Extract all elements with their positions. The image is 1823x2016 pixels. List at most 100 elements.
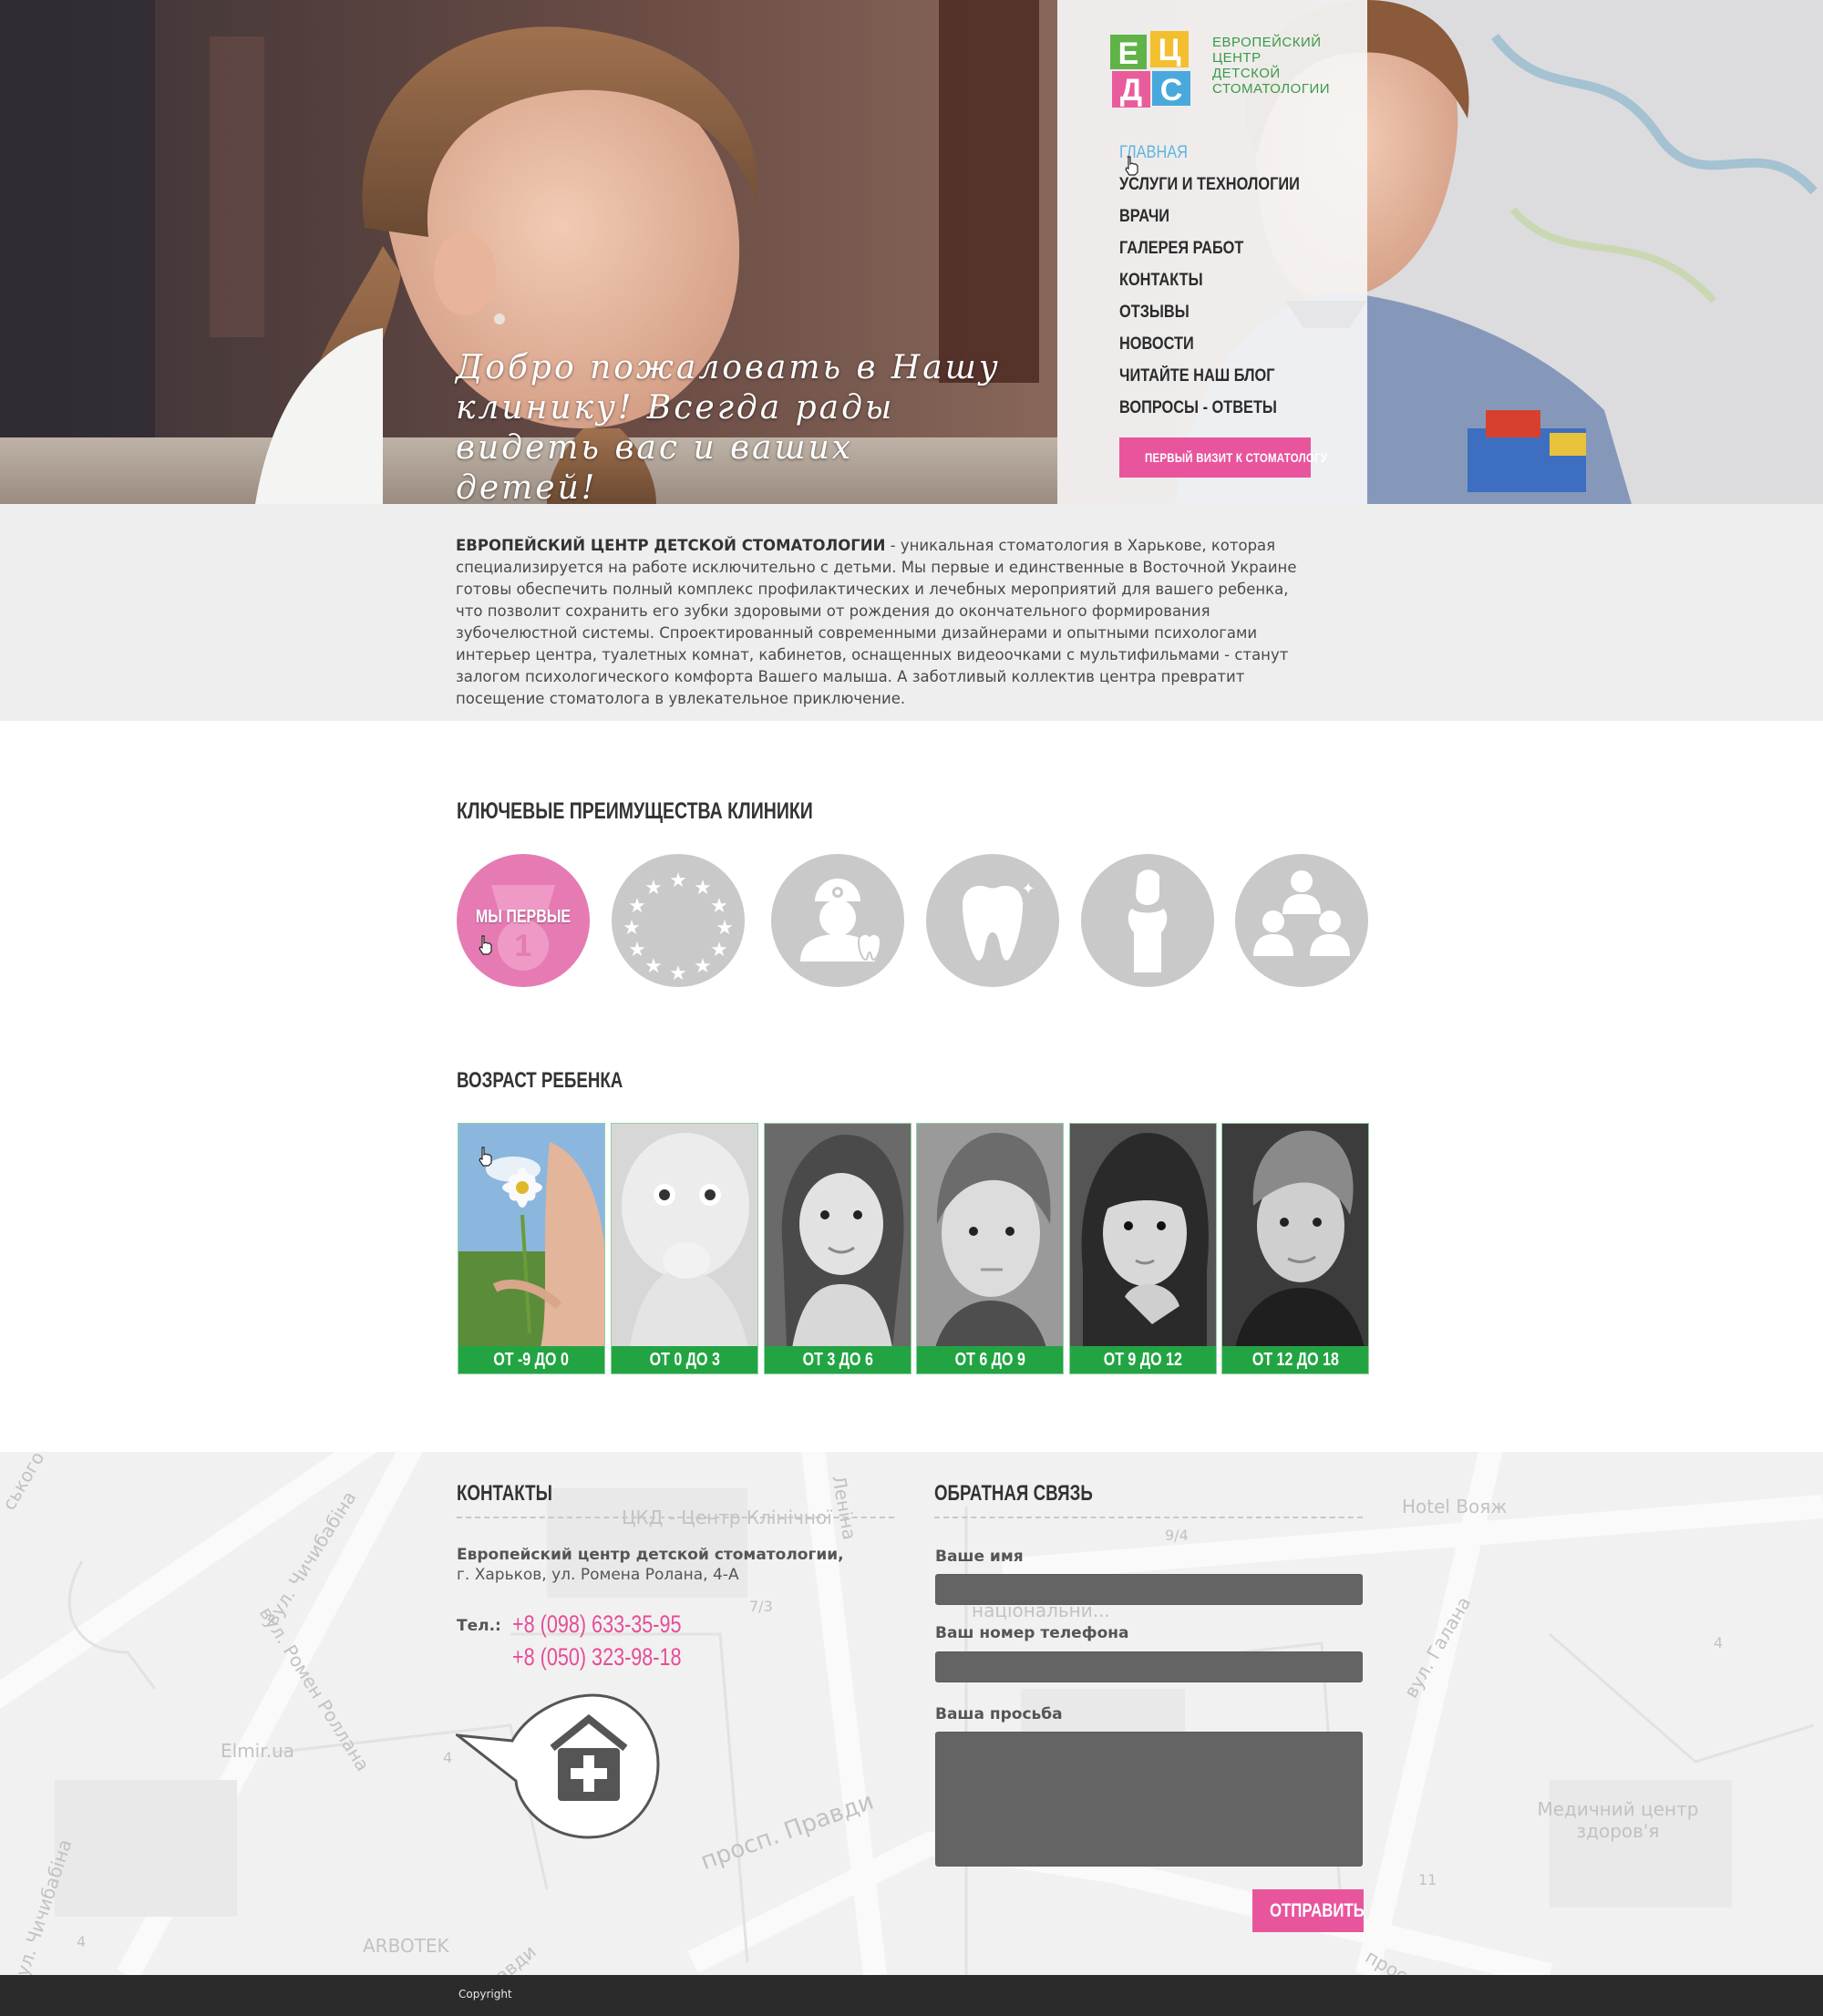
about-text: ЕВРОПЕЙСКИЙ ЦЕНТР ДЕТСКОЙ СТОМАТОЛОГИИ -… bbox=[456, 535, 1317, 710]
map-label-number: 7/3 bbox=[749, 1598, 773, 1615]
logo-letter-d: Д bbox=[1120, 73, 1142, 108]
age-label-text: ОТ 3 ДО 6 bbox=[802, 1350, 873, 1370]
request-field[interactable] bbox=[935, 1732, 1363, 1867]
hand-cursor-icon bbox=[479, 935, 492, 955]
age-label-text: ОТ 0 ДО 3 bbox=[649, 1350, 720, 1370]
map-label-number: 4 bbox=[77, 1933, 87, 1950]
about-body: - уникальная стоматология в Харькове, ко… bbox=[456, 537, 1297, 707]
name-field[interactable] bbox=[935, 1574, 1363, 1605]
svg-text:✦: ✦ bbox=[1017, 900, 1025, 910]
hand-cursor-icon bbox=[479, 1147, 492, 1167]
age-card-12-18[interactable]: ОТ 12 ДО 18 bbox=[1221, 1123, 1369, 1374]
contacts-section: ЦКД - Центр Клінічної вул. Чичибабіна ву… bbox=[0, 1452, 1823, 1975]
svg-text:★: ★ bbox=[623, 917, 641, 940]
advantage-first[interactable]: 1 МЫ ПЕРВЫЕ bbox=[457, 854, 590, 987]
svg-text:★: ★ bbox=[644, 955, 663, 978]
copyright-text: Copyright bbox=[458, 1988, 512, 2001]
advantage-team[interactable] bbox=[1235, 854, 1368, 987]
phone-field-label: Ваш номер телефона bbox=[935, 1624, 1129, 1642]
phone-label: Тел.: bbox=[457, 1617, 501, 1635]
advantage-first-label: МЫ ПЕРВЫЕ bbox=[475, 907, 572, 927]
age-card-6-9[interactable]: ОТ 6 ДО 9 bbox=[916, 1123, 1064, 1374]
logo-text-line: СТОМАТОЛОГИИ bbox=[1212, 81, 1331, 97]
age-card-0-3[interactable]: ОТ 0 ДО 3 bbox=[611, 1123, 758, 1374]
clinic-address: г. Харьков, ул. Ромена Ролана, 4-А bbox=[457, 1566, 739, 1584]
svg-text:★: ★ bbox=[628, 895, 646, 918]
tooth-icon: ✦ ✦ bbox=[963, 879, 1035, 961]
svg-text:★: ★ bbox=[710, 939, 728, 962]
clinic-map-marker bbox=[456, 1693, 660, 1839]
logo-text: ЕВРОПЕЙСКИЙ ЦЕНТР ДЕТСКОЙ СТОМАТОЛОГИИ bbox=[1212, 35, 1349, 97]
svg-text:★: ★ bbox=[694, 877, 712, 900]
svg-text:★: ★ bbox=[669, 962, 687, 985]
nav-item-services[interactable]: УСЛУГИ И ТЕХНОЛОГИИ bbox=[1119, 169, 1300, 201]
age-card-prenatal[interactable]: ОТ -9 ДО 0 bbox=[458, 1123, 605, 1374]
svg-text:★: ★ bbox=[710, 895, 728, 918]
nav-item-reviews[interactable]: ОТЗЫВЫ bbox=[1119, 296, 1300, 328]
phone-link-2[interactable]: +8 (050) 323-98-18 bbox=[512, 1643, 682, 1671]
nurse-icon bbox=[1128, 869, 1168, 972]
hand-cursor-icon bbox=[1125, 156, 1138, 176]
map-label-number: 11 bbox=[1418, 1871, 1437, 1888]
contacts-divider bbox=[457, 1517, 894, 1518]
map-label-number: 4 bbox=[443, 1749, 453, 1766]
map-label-number: 9/4 bbox=[1165, 1527, 1189, 1544]
submit-button-label: ОТПРАВИТЬ bbox=[1269, 1899, 1365, 1921]
dentist-icon bbox=[800, 879, 882, 962]
hero-banner: Добро пожаловать в Нашу клинику! Всегда … bbox=[0, 0, 1823, 504]
logo-letter-e: Е bbox=[1118, 36, 1139, 71]
first-visit-button-label: ПЕРВЫЙ ВИЗИТ К СТОМАТОЛОГУ bbox=[1144, 450, 1328, 465]
svg-text:1: 1 bbox=[515, 929, 532, 963]
map-label-hotel: Hotel Вояж bbox=[1402, 1496, 1508, 1517]
age-label: ОТ 0 ДО 3 bbox=[612, 1346, 757, 1373]
age-label-text: ОТ 6 ДО 9 bbox=[954, 1350, 1025, 1370]
logo-text-line: ДЕТСКОЙ bbox=[1212, 66, 1281, 81]
about-title: ЕВРОПЕЙСКИЙ ЦЕНТР ДЕТСКОЙ СТОМАТОЛОГИИ bbox=[456, 537, 886, 554]
map-label-number: 4 bbox=[1714, 1634, 1724, 1651]
nav-item-gallery[interactable]: ГАЛЕРЕЯ РАБОТ bbox=[1119, 232, 1300, 264]
map-background bbox=[0, 1452, 1823, 1975]
team-icon bbox=[1253, 870, 1350, 956]
nav-item-contacts[interactable]: КОНТАКТЫ bbox=[1119, 264, 1300, 296]
logo-letter-ts: Ц bbox=[1159, 33, 1181, 67]
nav-item-home[interactable]: ГЛАВНАЯ bbox=[1119, 137, 1300, 169]
advantage-tooth[interactable]: ✦ ✦ bbox=[926, 854, 1059, 987]
main-nav: ГЛАВНАЯ УСЛУГИ И ТЕХНОЛОГИИ ВРАЧИ ГАЛЕРЕ… bbox=[1119, 137, 1329, 424]
about-section: ЕВРОПЕЙСКИЙ ЦЕНТР ДЕТСКОЙ СТОМАТОЛОГИИ -… bbox=[0, 504, 1823, 721]
nav-item-blog[interactable]: ЧИТАЙТЕ НАШ БЛОГ bbox=[1119, 360, 1300, 392]
age-label: ОТ 3 ДО 6 bbox=[765, 1346, 911, 1373]
age-photo-boy bbox=[917, 1124, 1063, 1348]
first-visit-button[interactable]: ПЕРВЫЙ ВИЗИТ К СТОМАТОЛОГУ bbox=[1119, 437, 1327, 478]
eu-stars-icon: ★ ★ ★ ★ ★ ★ ★ ★ ★ ★ ★ ★ bbox=[623, 869, 734, 985]
phone-link-1[interactable]: +8 (098) 633-35-95 bbox=[512, 1610, 682, 1639]
map-label-arbotek: ARBOTEK bbox=[363, 1935, 449, 1957]
age-card-3-6[interactable]: ОТ 3 ДО 6 bbox=[764, 1123, 912, 1374]
logo-text-line: ЕВРОПЕЙСКИЙ bbox=[1212, 35, 1322, 50]
age-photo-teen-girl bbox=[1070, 1124, 1216, 1348]
age-photo-teen-boy bbox=[1222, 1124, 1368, 1348]
submit-button[interactable]: ОТПРАВИТЬ bbox=[1252, 1889, 1365, 1932]
nav-item-doctors[interactable]: ВРАЧИ bbox=[1119, 201, 1300, 232]
clinic-logo: Е Ц Д С bbox=[1110, 31, 1190, 108]
ages-title: ВОЗРАСТ РЕБЕНКА bbox=[457, 1068, 623, 1093]
advantage-dentist[interactable] bbox=[771, 854, 904, 987]
age-label-text: ОТ -9 ДО 0 bbox=[493, 1350, 570, 1370]
age-label-text: ОТ 12 ДО 18 bbox=[1251, 1350, 1339, 1370]
logo-letter-s: С bbox=[1160, 73, 1183, 108]
nav-item-news[interactable]: НОВОСТИ bbox=[1119, 328, 1300, 360]
phone-field[interactable] bbox=[935, 1651, 1363, 1682]
svg-text:★: ★ bbox=[669, 869, 687, 892]
age-card-9-12[interactable]: ОТ 9 ДО 12 bbox=[1069, 1123, 1217, 1374]
advantage-nurse[interactable] bbox=[1081, 854, 1214, 987]
age-photo-girl bbox=[765, 1124, 911, 1348]
advantages-title: КЛЮЧЕВЫЕ ПРЕИМУЩЕСТВА КЛИНИКИ bbox=[457, 798, 813, 824]
advantage-european[interactable]: ★ ★ ★ ★ ★ ★ ★ ★ ★ ★ ★ ★ bbox=[612, 854, 745, 987]
contacts-title: КОНТАКТЫ bbox=[457, 1481, 552, 1506]
nav-item-faq[interactable]: ВОПРОСЫ - ОТВЕТЫ bbox=[1119, 392, 1300, 424]
feedback-divider bbox=[934, 1517, 1363, 1518]
svg-text:✦: ✦ bbox=[1021, 879, 1035, 899]
request-field-label: Ваша просьба bbox=[935, 1705, 1063, 1723]
age-label-text: ОТ 9 ДО 12 bbox=[1103, 1350, 1183, 1370]
age-label: ОТ -9 ДО 0 bbox=[458, 1346, 604, 1373]
svg-text:★: ★ bbox=[694, 955, 712, 978]
